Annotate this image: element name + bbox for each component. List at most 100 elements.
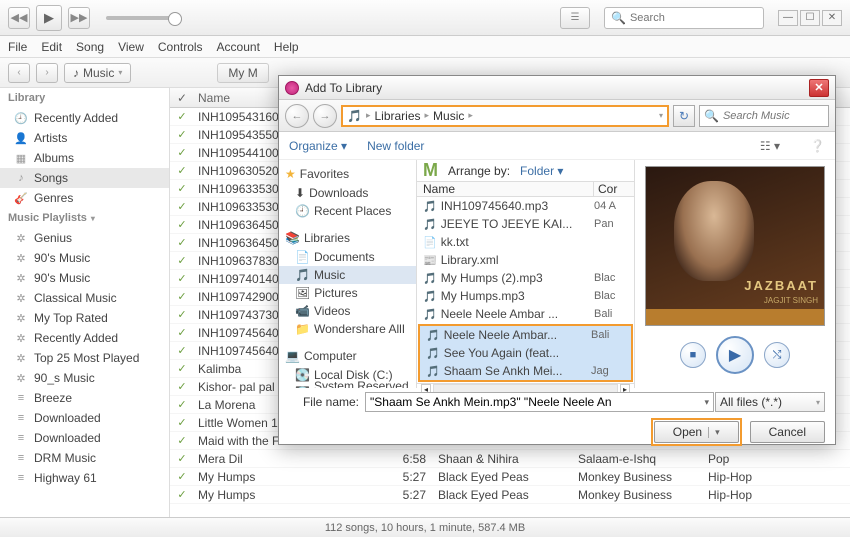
sidebar-playlist[interactable]: ✲Genius <box>0 228 169 248</box>
prev-button[interactable]: ◀◀ <box>8 7 30 29</box>
sidebar-playlist[interactable]: ≡Downloaded <box>0 428 169 448</box>
file-row[interactable]: 📄kk.txt <box>417 233 634 251</box>
check-icon[interactable]: ✓ <box>170 398 194 411</box>
file-col2-header[interactable]: Cor <box>594 182 634 196</box>
menu-view[interactable]: View <box>118 40 144 54</box>
check-icon[interactable]: ✓ <box>170 110 194 123</box>
file-row[interactable]: 🎵INH109745640.mp304 A <box>417 197 634 215</box>
dialog-close-button[interactable]: ✕ <box>809 79 829 97</box>
sidebar-playlist[interactable]: ✲90's Music <box>0 248 169 268</box>
sidebar-item-songs[interactable]: ♪Songs <box>0 168 169 188</box>
check-icon[interactable]: ✓ <box>170 362 194 375</box>
file-name-header[interactable]: Name <box>417 182 594 196</box>
maximize-button[interactable]: ☐ <box>800 10 820 26</box>
sidebar-playlist[interactable]: ✲Recently Added <box>0 328 169 348</box>
dialog-back-button[interactable]: ← <box>285 104 309 128</box>
sidebar-item-genres[interactable]: 🎸Genres <box>0 188 169 208</box>
tree-item[interactable]: 📄Documents <box>279 248 416 266</box>
arrange-by-dropdown[interactable]: Folder ▾ <box>520 164 563 178</box>
file-row[interactable]: 🎵JEEYE TO JEEYE KAI...Pan <box>417 215 634 233</box>
preview-stop-button[interactable]: ■ <box>680 342 706 368</box>
file-row[interactable]: 🎵Neele Neele Ambar...Bali <box>420 326 631 344</box>
sidebar-playlist[interactable]: ≡Highway 61 <box>0 468 169 488</box>
menu-account[interactable]: Account <box>217 40 260 54</box>
check-icon[interactable]: ✓ <box>170 470 194 483</box>
filename-input[interactable] <box>365 392 714 412</box>
tree-item[interactable]: 💽System Reserved ( <box>279 384 416 388</box>
new-folder-button[interactable]: New folder <box>367 139 424 153</box>
tree-item[interactable]: 📹Videos <box>279 302 416 320</box>
sidebar-item-artists[interactable]: 👤Artists <box>0 128 169 148</box>
check-icon[interactable]: ✓ <box>170 308 194 321</box>
search-field[interactable]: 🔍 <box>604 7 764 29</box>
preview-play-button[interactable]: ▶ <box>716 336 754 374</box>
computer-group[interactable]: 💻Computer <box>279 346 416 366</box>
check-icon[interactable]: ✓ <box>170 380 194 393</box>
dialog-forward-button[interactable]: → <box>313 104 337 128</box>
sidebar-playlist[interactable]: ✲90's Music <box>0 268 169 288</box>
file-row[interactable]: 🎵My Humps.mp3Blac <box>417 287 634 305</box>
preview-next-button[interactable]: ⤭ <box>764 342 790 368</box>
check-icon[interactable]: ✓ <box>170 146 194 159</box>
chevron-down-icon[interactable]: ▾ <box>659 111 663 120</box>
close-button[interactable]: ✕ <box>822 10 842 26</box>
sidebar-playlist[interactable]: ✲Top 25 Most Played <box>0 348 169 368</box>
check-icon[interactable]: ✓ <box>170 200 194 213</box>
sidebar-item-recently-added[interactable]: 🕘Recently Added <box>0 108 169 128</box>
file-row[interactable]: 🎵Neele Neele Ambar ...Bali <box>417 305 634 323</box>
check-icon[interactable]: ✓ <box>170 488 194 501</box>
song-row[interactable]: ✓Mera Dil6:58Shaan & NihiraSalaam-e-Ishq… <box>170 450 850 468</box>
tree-item[interactable]: 🖼Pictures <box>279 284 416 302</box>
file-row[interactable]: 🎵Shaam Se Ankh Mei...Jag <box>420 362 631 380</box>
tree-item[interactable]: ⬇Downloads <box>279 184 416 202</box>
list-view-button[interactable]: ☰ <box>560 7 590 29</box>
dialog-search-input[interactable] <box>723 110 824 122</box>
playlists-header[interactable]: Music Playlists▾ <box>0 208 169 228</box>
play-button[interactable]: ▶ <box>36 5 62 31</box>
check-column-header[interactable]: ✓ <box>170 91 194 105</box>
check-icon[interactable]: ✓ <box>170 164 194 177</box>
dialog-search-field[interactable]: 🔍 <box>699 105 829 127</box>
menu-controls[interactable]: Controls <box>158 40 203 54</box>
file-row[interactable]: 🎵My Humps (2).mp3Blac <box>417 269 634 287</box>
address-bar[interactable]: 🎵 ▸ Libraries ▸ Music ▸ ▾ <box>341 105 669 127</box>
sidebar-playlist[interactable]: ≡DRM Music <box>0 448 169 468</box>
cancel-button[interactable]: Cancel <box>750 421 825 443</box>
forward-button[interactable]: › <box>36 63 58 83</box>
chevron-down-icon[interactable]: ▾ <box>704 397 709 408</box>
view-icons-button[interactable]: ☷ ▾ <box>760 139 780 153</box>
breadcrumb-music[interactable]: Music <box>433 109 464 123</box>
song-row[interactable]: ✓My Humps5:27Black Eyed PeasMonkey Busin… <box>170 486 850 504</box>
open-button[interactable]: Open▾ <box>654 421 739 443</box>
file-type-filter[interactable]: All files (*.*)▾ <box>715 392 825 412</box>
minimize-button[interactable]: — <box>778 10 798 26</box>
breadcrumb-libraries[interactable]: Libraries <box>374 109 420 123</box>
check-icon[interactable]: ✓ <box>170 218 194 231</box>
check-icon[interactable]: ✓ <box>170 272 194 285</box>
sidebar-playlist[interactable]: ✲Classical Music <box>0 288 169 308</box>
tree-item[interactable]: 📁Wondershare AllI <box>279 320 416 338</box>
check-icon[interactable]: ✓ <box>170 326 194 339</box>
menu-song[interactable]: Song <box>76 40 104 54</box>
menu-edit[interactable]: Edit <box>41 40 62 54</box>
check-icon[interactable]: ✓ <box>170 416 194 429</box>
media-type-dropdown[interactable]: ♪ Music ▾ <box>64 63 131 83</box>
tree-item[interactable]: 🕘Recent Places <box>279 202 416 220</box>
organize-menu[interactable]: Organize ▾ <box>289 139 347 153</box>
menu-help[interactable]: Help <box>274 40 299 54</box>
song-row[interactable]: ✓My Humps5:27Black Eyed PeasMonkey Busin… <box>170 468 850 486</box>
sidebar-playlist[interactable]: ✲90_s Music <box>0 368 169 388</box>
file-row[interactable]: 🎵See You Again (feat... <box>420 344 631 362</box>
check-icon[interactable]: ✓ <box>170 434 194 447</box>
refresh-button[interactable]: ↻ <box>673 105 695 127</box>
sidebar-playlist[interactable]: ✲My Top Rated <box>0 308 169 328</box>
sidebar-item-albums[interactable]: ▦Albums <box>0 148 169 168</box>
tree-item[interactable]: 🎵Music <box>279 266 416 284</box>
back-button[interactable]: ‹ <box>8 63 30 83</box>
check-icon[interactable]: ✓ <box>170 452 194 465</box>
check-icon[interactable]: ✓ <box>170 128 194 141</box>
sidebar-playlist[interactable]: ≡Downloaded <box>0 408 169 428</box>
check-icon[interactable]: ✓ <box>170 182 194 195</box>
file-row[interactable]: 📰Library.xml <box>417 251 634 269</box>
menu-file[interactable]: File <box>8 40 27 54</box>
